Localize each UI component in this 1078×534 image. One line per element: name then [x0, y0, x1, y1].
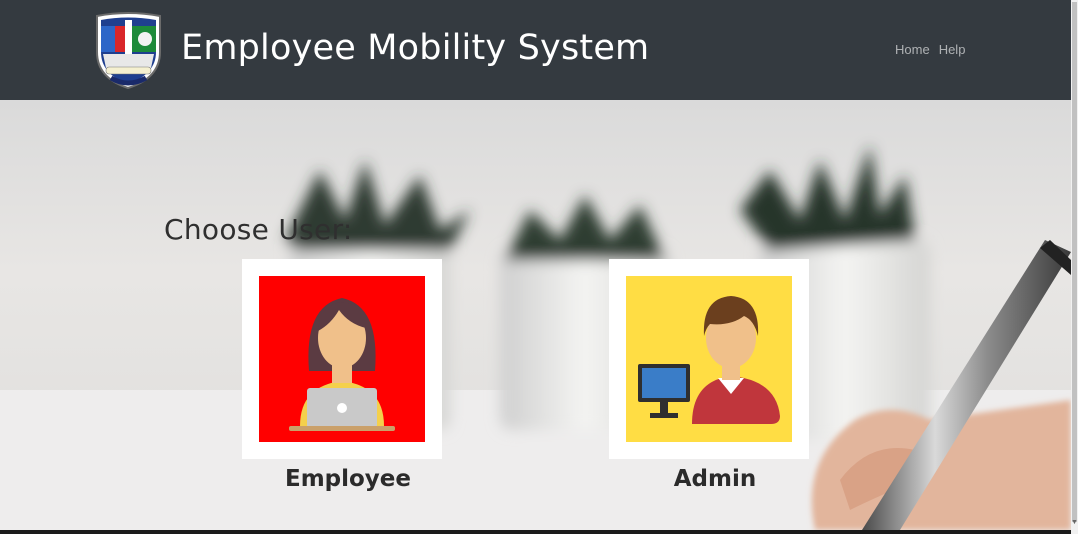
top-navbar: Employee Mobility System Home Help [0, 0, 1071, 100]
page-bottom-border [0, 530, 1071, 534]
hero-section: Choose User: Employee Admin [0, 100, 1071, 530]
male-admin-computer-icon [626, 276, 792, 442]
admin-card[interactable] [609, 259, 809, 459]
admin-label[interactable]: Admin [615, 466, 815, 492]
employee-label[interactable]: Employee [248, 466, 448, 492]
school-crest-icon[interactable] [91, 12, 166, 90]
choose-user-heading: Choose User: [164, 213, 353, 246]
background-photo [0, 145, 1071, 530]
nav-help-link[interactable]: Help [939, 42, 966, 57]
site-title: Employee Mobility System [181, 28, 650, 68]
vertical-scrollbar[interactable]: ▼ [1071, 0, 1078, 534]
nav-home-link[interactable]: Home [895, 42, 930, 57]
female-employee-laptop-icon [259, 276, 425, 442]
scroll-down-arrow-icon[interactable]: ▼ [1071, 519, 1078, 527]
scrollbar-thumb[interactable] [1072, 2, 1077, 522]
employee-card[interactable] [242, 259, 442, 459]
nav-links: Home Help [895, 42, 965, 57]
